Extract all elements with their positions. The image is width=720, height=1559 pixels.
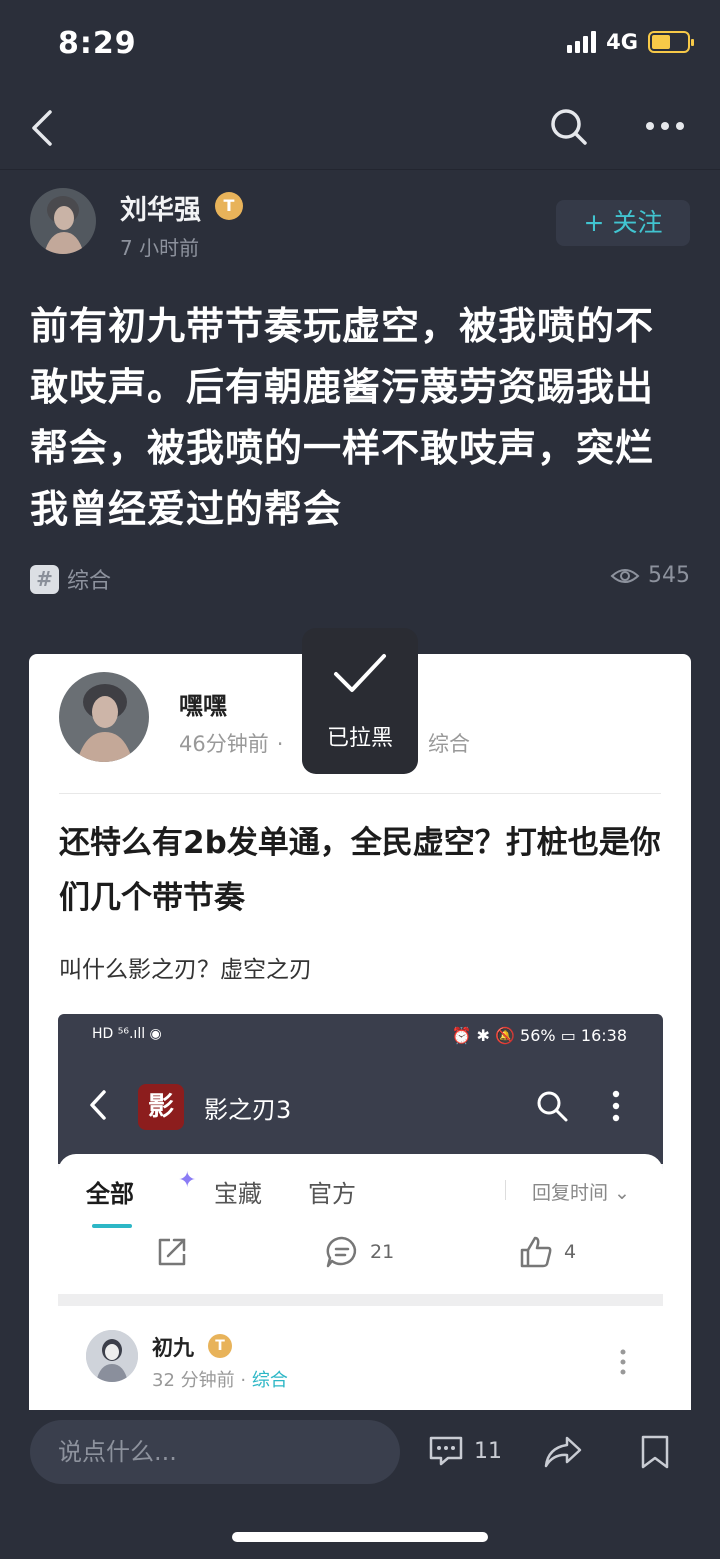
more-vertical-icon	[612, 1090, 620, 1122]
views-label: 545	[648, 563, 690, 588]
nested-status-left: HD ⁵⁶.ıll ◉	[92, 1026, 162, 1042]
item-time: 32 分钟前	[152, 1370, 235, 1391]
search-icon[interactable]	[546, 104, 592, 150]
follow-button[interactable]: + 关注	[556, 200, 690, 246]
view-count: 545	[610, 563, 690, 588]
author-row: 刘华强 T 7 小时前 + 关注	[0, 186, 720, 266]
more-vertical-icon	[620, 1349, 626, 1375]
check-icon	[334, 654, 386, 692]
nested-screenshot: HD ⁵⁶.ıll ◉ ⏰ ✱ 🔕 56% ▭ 16:38 影 影之刃3 全部 …	[58, 1014, 663, 1414]
bottom-bar: 11	[0, 1410, 720, 1559]
sparkle-icon: ✦	[178, 1168, 197, 1193]
game-logo: 影	[138, 1084, 184, 1130]
nested-tabs: 全部 ✦ 宝藏 官方 回复时间 ⌄ 21 4	[58, 1154, 663, 1314]
blocked-toast: 已拉黑	[302, 628, 418, 774]
status-indicators: 4G	[567, 30, 694, 54]
status-time: 8:29	[58, 26, 137, 61]
author-name[interactable]: 刘华强	[120, 188, 201, 227]
like-action: 4	[518, 1234, 576, 1270]
embedded-time: 46分钟前	[179, 732, 269, 756]
embedded-author: 嘿嘿	[179, 692, 227, 720]
tab-underline	[92, 1224, 132, 1228]
comment-count: 11	[474, 1438, 502, 1464]
comments-button[interactable]: 11	[428, 1434, 502, 1468]
embedded-body: 叫什么影之刃？虚空之刃	[59, 957, 312, 983]
nested-status-right: ⏰ ✱ 🔕 56% ▭ 16:38	[451, 1026, 627, 1045]
divider	[58, 1294, 663, 1306]
more-icon[interactable]	[640, 108, 690, 144]
status-bar: 8:29 4G	[0, 0, 720, 90]
share-action	[154, 1234, 190, 1270]
level-badge: T	[215, 192, 243, 220]
avatar	[86, 1330, 138, 1382]
item-topic: 综合	[251, 1370, 288, 1391]
tab-treasure: 宝藏	[214, 1180, 262, 1208]
comment-icon	[429, 1436, 463, 1466]
comment-input[interactable]	[30, 1420, 400, 1484]
home-indicator[interactable]	[232, 1532, 488, 1542]
comment-action: 21	[324, 1234, 394, 1270]
nested-header: HD ⁵⁶.ıll ◉ ⏰ ✱ 🔕 56% ▭ 16:38 影 影之刃3	[58, 1014, 663, 1164]
post-time: 7 小时前	[120, 236, 200, 260]
like-icon	[520, 1236, 552, 1268]
divider	[505, 1180, 506, 1200]
level-badge: T	[208, 1334, 232, 1358]
battery-icon	[648, 31, 694, 53]
back-icon	[90, 1090, 106, 1120]
divider	[59, 793, 661, 794]
item-meta: 32 分钟前 · 综合	[152, 1366, 288, 1392]
meta-dot: ·	[276, 732, 284, 756]
embedded-meta: 46分钟前 ·	[179, 728, 291, 758]
hash-icon: #	[30, 564, 59, 594]
embedded-title: 还特么有2b发单通，全民虚空？打桩也是你们几个带节奏	[59, 825, 661, 916]
back-icon[interactable]	[22, 106, 66, 150]
meta-dot: ·	[240, 1370, 247, 1391]
topic-tag[interactable]: # 综合	[30, 563, 111, 595]
comment-count: 21	[370, 1241, 395, 1263]
bookmark-icon[interactable]	[640, 1434, 670, 1470]
share-icon	[158, 1238, 186, 1266]
sort-dropdown: 回复时间 ⌄	[532, 1182, 630, 1204]
embedded-avatar	[59, 672, 149, 762]
post-title: 前有初九带节奏玩虚空，被我喷的不敢吱声。后有朝鹿酱污蔑劳资踢我出帮会，被我喷的一…	[30, 304, 655, 531]
avatar[interactable]	[30, 188, 96, 254]
toast-text: 已拉黑	[326, 726, 393, 751]
list-item: 初九 T 32 分钟前 · 综合	[58, 1306, 663, 1414]
search-icon	[537, 1091, 568, 1122]
comment-icon	[326, 1236, 357, 1268]
like-count: 4	[564, 1241, 577, 1263]
network-label: 4G	[606, 30, 638, 54]
eye-icon	[610, 568, 640, 583]
tab-all: 全部	[86, 1180, 134, 1208]
embedded-topic: 综合	[428, 732, 470, 756]
item-author: 初九	[152, 1336, 194, 1360]
share-icon[interactable]	[543, 1434, 583, 1470]
nav-bar	[0, 90, 720, 170]
signal-icon	[567, 31, 597, 53]
nested-app-title: 影之刃3	[204, 1096, 292, 1124]
topic-label: 综合	[67, 569, 112, 594]
tab-official: 官方	[308, 1180, 356, 1208]
